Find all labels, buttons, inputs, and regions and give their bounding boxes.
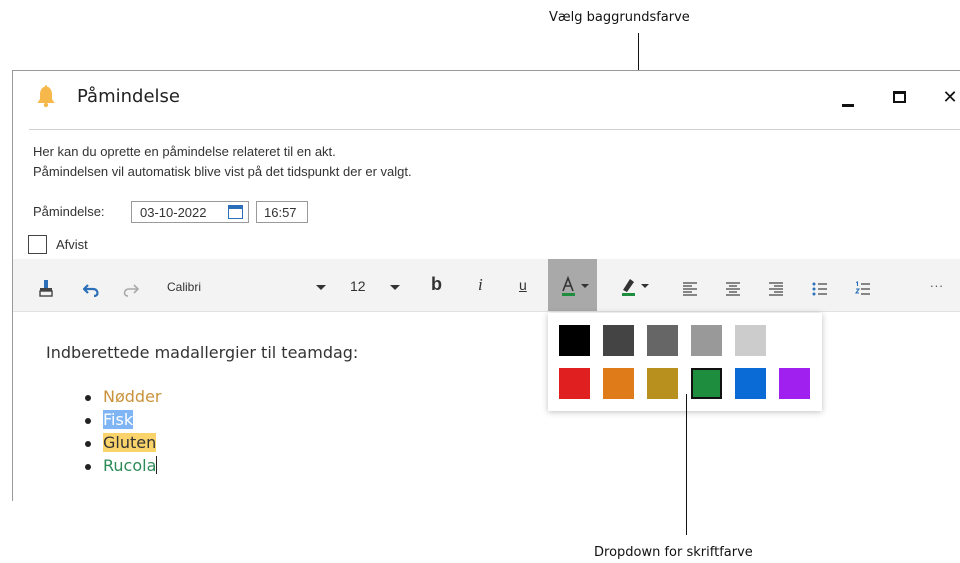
redo-icon[interactable] xyxy=(123,277,139,303)
title-divider xyxy=(29,129,960,130)
numbered-list-icon[interactable] xyxy=(855,276,871,302)
font-color-icon[interactable] xyxy=(560,273,596,299)
list-item-text: Rucola xyxy=(103,456,157,475)
font-size-select[interactable]: 12 xyxy=(350,278,366,304)
date-input[interactable]: 03-10-2022 xyxy=(131,201,249,223)
rejected-checkbox[interactable] xyxy=(28,235,47,254)
editor-heading: Indberettede madallergier til teamdag: xyxy=(46,343,359,362)
align-left-icon[interactable] xyxy=(682,276,698,302)
color-swatch-gold[interactable] xyxy=(647,368,678,399)
bell-icon xyxy=(37,85,55,108)
callout-line-font-color xyxy=(686,394,687,535)
bullet-icon xyxy=(85,418,91,424)
list-item-text: Fisk xyxy=(103,410,134,429)
date-value: 03-10-2022 xyxy=(140,205,207,220)
list-item: Nødder xyxy=(85,387,162,406)
color-swatch-gray[interactable] xyxy=(647,325,678,356)
color-swatch-black[interactable] xyxy=(559,325,590,356)
color-swatch-green[interactable] xyxy=(691,368,722,399)
info-text-line-1: Her kan du oprette en påmindelse relater… xyxy=(33,144,336,159)
more-options-button[interactable]: ... xyxy=(930,275,944,301)
chevron-down-icon[interactable] xyxy=(390,285,400,290)
bullet-icon xyxy=(85,464,91,470)
list-item: Rucola xyxy=(85,456,158,475)
reminder-dialog: Påmindelse ✕ Her kan du oprette en påmin… xyxy=(12,70,960,501)
highlight-icon[interactable] xyxy=(620,273,656,299)
time-input[interactable]: 16:57 xyxy=(256,201,308,223)
editor-toolbar: Calibri 12 b i u ... xyxy=(13,259,960,312)
color-swatch-blue[interactable] xyxy=(735,368,766,399)
info-text-line-2: Påmindelsen vil automatisk blive vist på… xyxy=(33,164,412,179)
rejected-label: Afvist xyxy=(56,237,88,252)
font-color-palette xyxy=(548,313,822,411)
color-swatch-red[interactable] xyxy=(559,368,590,399)
calendar-icon[interactable] xyxy=(228,205,243,219)
text-cursor xyxy=(156,456,158,474)
bullet-icon xyxy=(85,441,91,447)
italic-button[interactable]: i xyxy=(478,275,483,301)
undo-icon[interactable] xyxy=(83,277,99,303)
font-family-select[interactable]: Calibri xyxy=(167,280,201,306)
color-swatch-medium-gray[interactable] xyxy=(691,325,722,356)
format-painter-icon[interactable] xyxy=(38,275,54,301)
list-item-text: Gluten xyxy=(103,433,157,452)
color-swatch-orange[interactable] xyxy=(603,368,634,399)
color-swatch-light-gray[interactable] xyxy=(735,325,766,356)
callout-font-color-dropdown: Dropdown for skriftfarve xyxy=(594,545,753,560)
maximize-button[interactable] xyxy=(886,83,916,113)
callout-background-color: Vælg baggrundsfarve xyxy=(549,10,690,25)
close-button[interactable]: ✕ xyxy=(935,83,960,113)
underline-button[interactable]: u xyxy=(519,277,527,303)
dialog-title: Påmindelse xyxy=(77,86,180,107)
list-item-text: Nødder xyxy=(103,387,162,406)
color-swatch-dark-gray[interactable] xyxy=(603,325,634,356)
bulleted-list-icon[interactable] xyxy=(812,276,828,302)
chevron-down-icon[interactable] xyxy=(316,285,326,290)
list-item: Gluten xyxy=(85,433,157,452)
title-bar: Påmindelse ✕ xyxy=(13,71,960,129)
bold-button[interactable]: b xyxy=(431,274,442,300)
reminder-label: Påmindelse: xyxy=(33,204,105,219)
align-center-icon[interactable] xyxy=(725,276,741,302)
list-item: Fisk xyxy=(85,410,134,429)
align-right-icon[interactable] xyxy=(768,276,784,302)
color-swatch-purple[interactable] xyxy=(779,368,810,399)
bullet-icon xyxy=(85,395,91,401)
time-value: 16:57 xyxy=(264,205,297,220)
minimize-button[interactable] xyxy=(835,83,865,113)
minimize-icon xyxy=(842,104,854,107)
maximize-icon xyxy=(893,91,906,103)
